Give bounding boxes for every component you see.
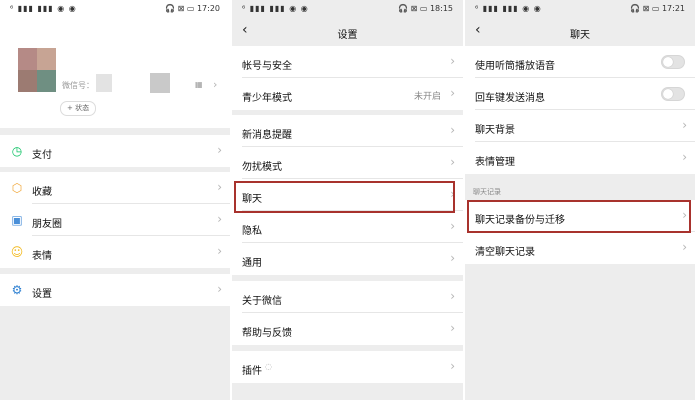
chevron-right-icon: › [682, 150, 687, 164]
menu-item-label: 表情 [32, 251, 52, 262]
status-bar: ⁶ ▮▮▮ ▮▮▮ ◉ ◉ 🎧 ⊠ ▭ 18:15 [232, 0, 463, 17]
chat-item-label: 使用听筒播放语音 [475, 61, 555, 72]
settings-item-label: 通用 [242, 258, 262, 269]
nav-bar: ‹ 聊天 [465, 17, 695, 47]
menu-item-settings[interactable]: ⚙ 设置 › [0, 274, 230, 306]
page-title: 设置 [337, 30, 358, 41]
settings-item-teen-mode[interactable]: 青少年模式 未开启 › [232, 78, 463, 110]
settings-item-label: 隐私 [242, 226, 262, 237]
profile-chevron-icon[interactable]: › [213, 78, 217, 91]
status-clock: 🎧 ⊠ ▭ 17:20 [165, 4, 220, 13]
wechat-id-redacted [96, 74, 112, 92]
nav-bar: ‹ 设置 [232, 17, 463, 47]
chat-item-background[interactable]: 聊天背景 › [465, 110, 695, 142]
settings-item-help-feedback[interactable]: 帮助与反馈 › [232, 313, 463, 345]
chevron-right-icon: › [217, 212, 222, 226]
wechat-id-label: 微信号： [62, 81, 94, 90]
settings-item-do-not-disturb[interactable]: 勿扰模式 › [232, 147, 463, 179]
settings-item-privacy[interactable]: 隐私 › [232, 211, 463, 243]
chevron-right-icon: › [450, 251, 455, 265]
settings-icon: ⚙ [11, 283, 23, 297]
menu-item-label: 设置 [32, 289, 52, 300]
location-pin-icon: ◌ [265, 362, 272, 371]
pay-icon: ◷ [11, 144, 23, 158]
chevron-right-icon: › [450, 359, 455, 373]
chat-item-earpiece-playback: 使用听筒播放语音 [465, 46, 695, 78]
chat-settings-screen: ⁶ ▮▮▮ ▮▮▮ ◉ ◉ 🎧 ⊠ ▭ 17:21 ‹ 聊天 使用听筒播放语音 … [465, 0, 695, 400]
name-redacted [150, 73, 170, 93]
chat-item-label: 聊天背景 [475, 125, 515, 136]
status-bar: ⁶ ▮▮▮ ▮▮▮ ◉ ◉ 🎧 ⊠ ▭ 17:20 [0, 0, 230, 17]
settings-item-label: 关于微信 [242, 296, 282, 307]
settings-item-about[interactable]: 关于微信 › [232, 281, 463, 313]
qr-code-icon[interactable]: ▦ [195, 80, 203, 89]
settings-item-label: 插件 [242, 366, 262, 377]
status-signal: ⁶ ▮▮▮ ▮▮▮ ◉ ◉ [475, 4, 542, 13]
menu-item-label: 收藏 [32, 187, 52, 198]
chevron-right-icon: › [450, 123, 455, 137]
chevron-right-icon: › [682, 118, 687, 132]
settings-item-label: 帐号与安全 [242, 61, 292, 72]
page-title: 聊天 [570, 30, 590, 41]
chat-item-enter-to-send: 回车键发送消息 [465, 78, 695, 110]
chat-item-clear-history[interactable]: 清空聊天记录 › [465, 232, 695, 264]
chevron-right-icon: › [450, 86, 455, 100]
chat-item-label: 表情管理 [475, 157, 515, 168]
avatar[interactable] [18, 48, 56, 92]
status-signal: ⁶ ▮▮▮ ▮▮▮ ◉ ◉ [10, 4, 77, 13]
status-clock: 🎧 ⊠ ▭ 18:15 [398, 4, 453, 13]
screens-container: ⁶ ▮▮▮ ▮▮▮ ◉ ◉ 🎧 ⊠ ▭ 17:20 微信号： ▦ › + 状态 … [0, 0, 695, 400]
status-signal: ⁶ ▮▮▮ ▮▮▮ ◉ ◉ [242, 4, 309, 13]
menu-item-stickers[interactable]: ☺ 表情 › [0, 236, 230, 268]
chat-highlight-box [234, 181, 455, 213]
settings-item-account-security[interactable]: 帐号与安全 › [232, 46, 463, 78]
settings-item-plugins[interactable]: 插件 ◌ › [232, 351, 463, 383]
profile-header[interactable]: ⁶ ▮▮▮ ▮▮▮ ◉ ◉ 🎧 ⊠ ▭ 17:20 微信号： ▦ › + 状态 [0, 0, 230, 128]
settings-item-label: 勿扰模式 [242, 162, 282, 173]
backup-highlight-box [467, 200, 691, 233]
status-button[interactable]: + 状态 [60, 101, 97, 116]
teen-mode-value: 未开启 [413, 92, 441, 102]
moments-icon: ▣ [11, 213, 23, 227]
chevron-right-icon: › [217, 244, 222, 258]
chevron-right-icon: › [217, 143, 222, 157]
status-bar: ⁶ ▮▮▮ ▮▮▮ ◉ ◉ 🎧 ⊠ ▭ 17:21 [465, 0, 695, 17]
me-screen: ⁶ ▮▮▮ ▮▮▮ ◉ ◉ 🎧 ⊠ ▭ 17:20 微信号： ▦ › + 状态 … [0, 0, 230, 400]
earpiece-toggle[interactable] [661, 55, 685, 69]
section-caption-chat-history: 聊天记录 [473, 188, 501, 196]
menu-item-pay[interactable]: ◷ 支付 › [0, 135, 230, 167]
chat-item-sticker-management[interactable]: 表情管理 › [465, 142, 695, 174]
chevron-right-icon: › [450, 219, 455, 233]
menu-item-favorites[interactable]: ⬡ 收藏 › [0, 172, 230, 204]
chat-item-label: 清空聊天记录 [475, 247, 535, 258]
sticker-icon: ☺ [10, 245, 24, 259]
chevron-right-icon: › [217, 282, 222, 296]
settings-item-label: 帮助与反馈 [242, 328, 292, 339]
settings-item-notifications[interactable]: 新消息提醒 › [232, 115, 463, 147]
settings-screen: ⁶ ▮▮▮ ▮▮▮ ◉ ◉ 🎧 ⊠ ▭ 18:15 ‹ 设置 帐号与安全 › 青… [232, 0, 463, 400]
chevron-right-icon: › [450, 54, 455, 68]
settings-item-label: 新消息提醒 [242, 130, 292, 141]
enter-send-toggle[interactable] [661, 87, 685, 101]
menu-item-label: 朋友圈 [32, 219, 62, 230]
chevron-right-icon: › [450, 155, 455, 169]
chevron-right-icon: › [450, 289, 455, 303]
settings-item-label: 青少年模式 [242, 93, 292, 104]
toggle-knob [663, 57, 673, 67]
chevron-right-icon: › [682, 240, 687, 254]
chevron-right-icon: › [450, 321, 455, 335]
toggle-knob [663, 89, 673, 99]
chevron-right-icon: › [217, 180, 222, 194]
chat-item-label: 回车键发送消息 [475, 93, 545, 104]
menu-item-label: 支付 [32, 150, 52, 161]
settings-item-general[interactable]: 通用 › [232, 243, 463, 275]
favorites-icon: ⬡ [11, 181, 23, 195]
status-clock: 🎧 ⊠ ▭ 17:21 [630, 4, 685, 13]
menu-item-moments[interactable]: ▣ 朋友圈 › [0, 204, 230, 236]
